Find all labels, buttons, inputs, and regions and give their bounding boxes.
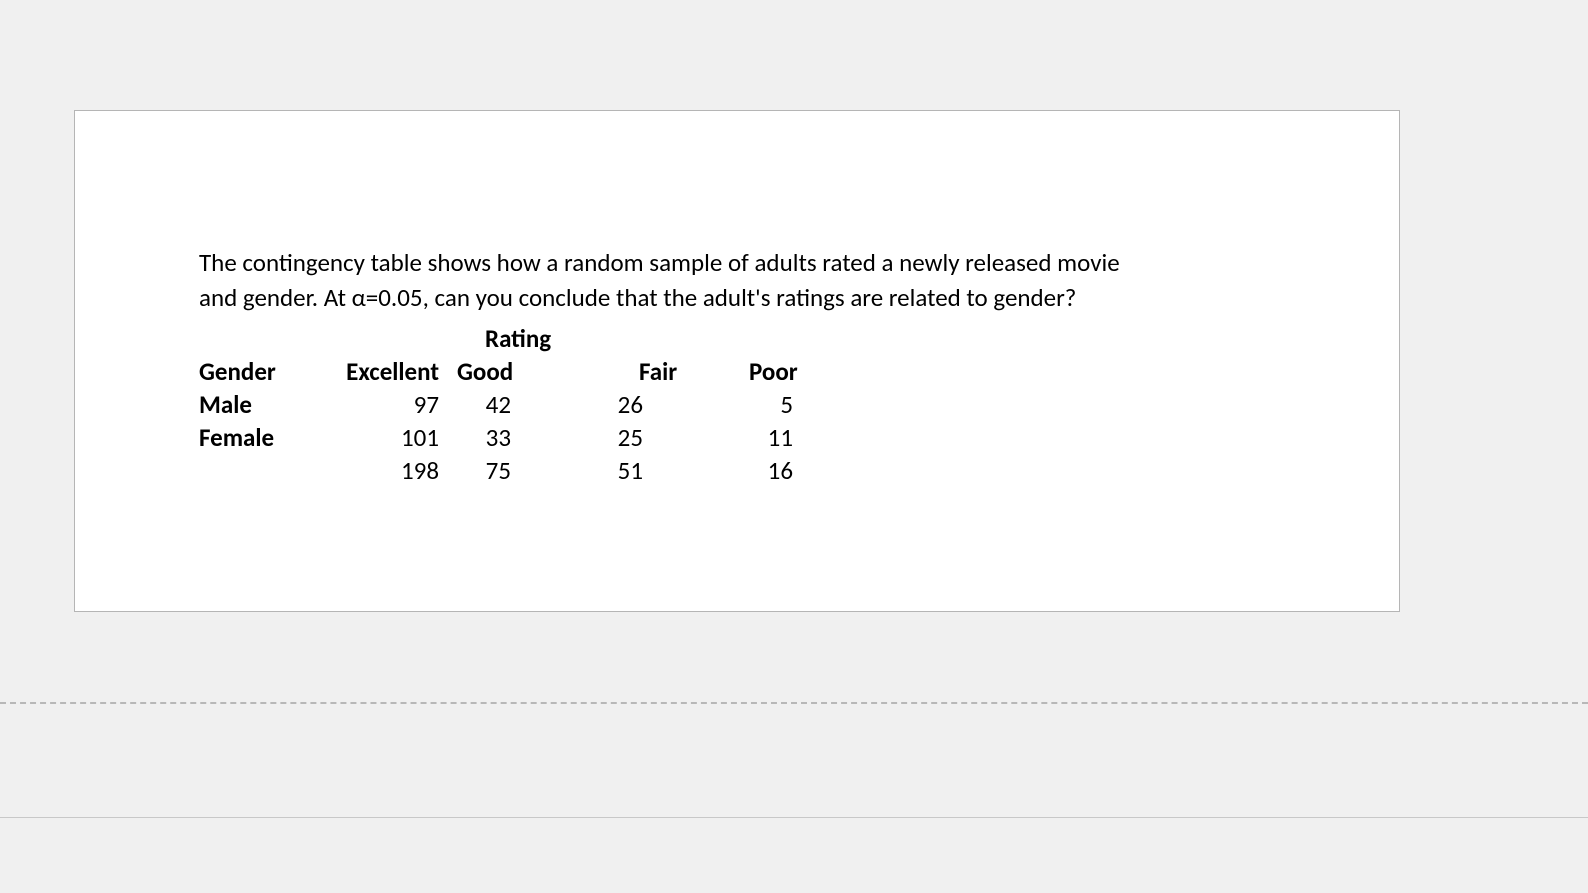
cell-value: 198	[319, 455, 439, 486]
slide-frame: The contingency table shows how a random…	[74, 110, 1400, 612]
page-divider-solid	[0, 817, 1588, 818]
header-good: Good	[439, 356, 589, 387]
cell-value: 101	[319, 422, 439, 453]
cell-value: 25	[589, 422, 719, 453]
header-gender: Gender	[199, 356, 319, 387]
header-fair: Fair	[589, 356, 719, 387]
table-row: 198 75 51 16	[199, 455, 1199, 486]
table-row: Male 97 42 26 5	[199, 389, 1199, 420]
cell-value: 11	[719, 422, 849, 453]
question-line-1: The contingency table shows how a random…	[199, 247, 1120, 278]
table-title: Rating	[485, 323, 1199, 354]
page-divider-dashed	[0, 702, 1588, 704]
cell-value: 42	[439, 389, 589, 420]
table-header-row: Gender Excellent Good Fair Poor	[199, 356, 1199, 387]
cell-value: 16	[719, 455, 849, 486]
content-area: The contingency table shows how a random…	[199, 245, 1199, 488]
cell-gender-female: Female	[199, 422, 319, 453]
cell-value: 5	[719, 389, 849, 420]
header-poor: Poor	[719, 356, 849, 387]
table-row: Female 101 33 25 11	[199, 422, 1199, 453]
question-line-2: and gender. At α=0.05, can you conclude …	[199, 282, 1076, 313]
cell-value: 26	[589, 389, 719, 420]
cell-value: 51	[589, 455, 719, 486]
contingency-table: Rating Gender Excellent Good Fair Poor M…	[199, 323, 1199, 486]
question-text: The contingency table shows how a random…	[199, 245, 1199, 315]
cell-value: 75	[439, 455, 589, 486]
cell-value: 33	[439, 422, 589, 453]
cell-value: 97	[319, 389, 439, 420]
header-excellent: Excellent	[319, 356, 439, 387]
cell-gender-male: Male	[199, 389, 319, 420]
